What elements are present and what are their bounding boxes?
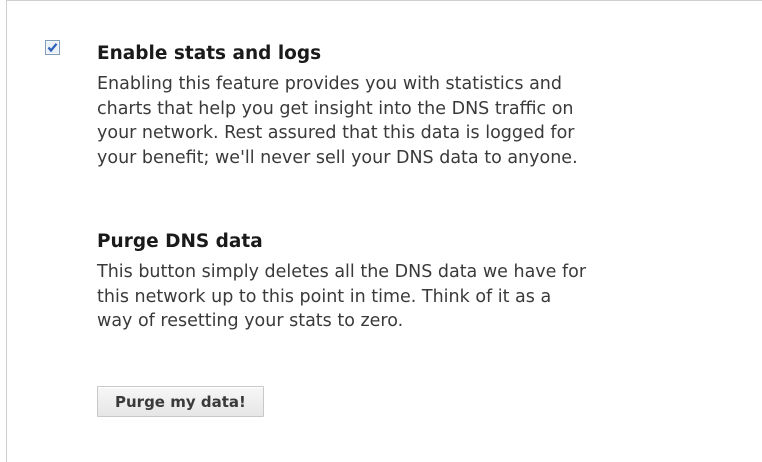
purge-description: This button simply deletes all the DNS d… <box>97 260 747 334</box>
description-line: charts that help you get insight into th… <box>97 98 574 119</box>
description-line: This button simply deletes all the DNS d… <box>97 262 587 282</box>
description-line: your benefit; we'll never sell your DNS … <box>97 147 578 168</box>
enable-stats-checkbox[interactable] <box>45 40 60 59</box>
description-line: way of resetting your stats to zero. <box>97 311 404 331</box>
description-line: Enabling this feature provides you with … <box>97 74 563 94</box>
purge-data-button[interactable]: Purge my data! <box>97 386 264 417</box>
stats-logs-description: Enabling this feature provides you with … <box>97 72 747 170</box>
purge-section: Purge DNS data This button simply delete… <box>97 230 747 334</box>
purge-title: Purge DNS data <box>97 231 263 252</box>
description-line: this network up to this point in time. T… <box>97 286 552 307</box>
checkbox-checked-icon <box>45 40 60 55</box>
stats-logs-section: Enable stats and logs Enabling this feat… <box>97 42 747 170</box>
description-line: your network. Rest assured that this dat… <box>97 123 575 143</box>
stats-logs-title: Enable stats and logs <box>97 43 322 64</box>
